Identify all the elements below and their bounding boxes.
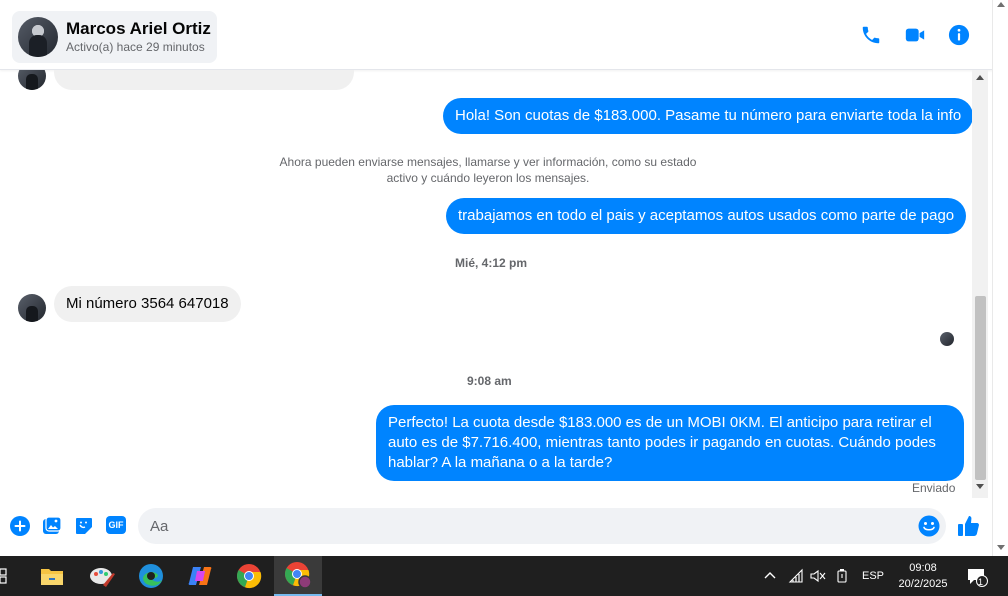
scroll-thumb[interactable] [975, 296, 986, 480]
contact-avatar-small[interactable] [18, 70, 46, 90]
gif-icon[interactable]: GIF [106, 516, 126, 534]
thumbs-up-icon[interactable] [957, 514, 981, 538]
paint-icon[interactable] [78, 556, 126, 596]
chrome-icon[interactable] [225, 556, 273, 596]
system-notice: Ahora pueden enviarse mensajes, llamarse… [270, 154, 706, 186]
page-scroll-down[interactable] [997, 545, 1005, 550]
contact-name[interactable]: Marcos Ariel Ortiz [66, 19, 211, 39]
plus-icon[interactable] [10, 516, 30, 536]
page-scroll-up[interactable] [997, 2, 1005, 7]
message-list: Hola! Son cuotas de $183.000. Pasame tu … [0, 70, 972, 498]
phone-icon[interactable] [860, 24, 882, 46]
contact-avatar[interactable] [18, 17, 58, 57]
photo-icon[interactable] [42, 516, 62, 536]
read-receipt-avatar [940, 332, 954, 346]
message-line: hablar? A la mañana o a la tarde? [388, 454, 613, 471]
chrome-profile-icon[interactable] [274, 556, 322, 596]
incoming-message-partial[interactable] [54, 70, 354, 90]
clock-time: 09:08 [909, 562, 937, 574]
edge-icon[interactable] [127, 556, 175, 596]
show-hidden-icons-chevron-icon[interactable] [764, 570, 776, 580]
scroll-up-arrow[interactable] [976, 75, 984, 80]
volume-muted-icon[interactable] [810, 568, 826, 584]
battery-icon[interactable] [836, 568, 850, 584]
file-explorer-icon[interactable] [28, 556, 76, 596]
chat-header: Marcos Ariel Ortiz Activo(a) hace 29 min… [0, 0, 1008, 70]
outgoing-message[interactable]: trabajamos en todo el pais y aceptamos a… [446, 198, 967, 234]
notification-icon[interactable] [966, 566, 988, 588]
contact-info[interactable]: Marcos Ariel Ortiz Activo(a) hace 29 min… [12, 11, 217, 63]
input-language[interactable]: ESP [862, 570, 884, 582]
copilot-icon[interactable] [176, 556, 224, 596]
notification-count: 1 [978, 577, 984, 587]
network-icon[interactable] [788, 568, 804, 584]
clock-date: 20/2/2025 [898, 578, 948, 590]
video-camera-icon[interactable] [904, 24, 926, 46]
system-notice-line: activo y cuándo leyeron los mensajes. [386, 171, 590, 185]
taskbar-clock[interactable]: 09:08 20/2/2025 [893, 560, 953, 592]
message-composer: GIF [0, 498, 1008, 556]
message-input[interactable] [138, 508, 946, 544]
messenger-window: Marcos Ariel Ortiz Activo(a) hace 29 min… [0, 0, 1008, 596]
message-scrollbar[interactable] [972, 70, 988, 498]
message-line: auto es de $7.716.400, mientras tanto po… [388, 434, 936, 451]
system-notice-line: Ahora pueden enviarse mensajes, llamarse… [279, 155, 697, 169]
incoming-message[interactable]: Mi número 3564 647018 [54, 286, 241, 322]
windows-taskbar: ESP 09:08 20/2/2025 1 [0, 556, 1008, 596]
sticker-icon[interactable] [74, 516, 94, 536]
scroll-down-arrow[interactable] [976, 484, 984, 489]
header-actions [860, 24, 970, 46]
contact-avatar-small[interactable] [18, 294, 46, 322]
page-scrollbar[interactable] [992, 0, 1008, 556]
outgoing-message[interactable]: Hola! Son cuotas de $183.000. Pasame tu … [443, 98, 972, 134]
task-view-icon[interactable] [0, 568, 10, 584]
message-timestamp: Mié, 4:12 pm [455, 256, 528, 270]
message-line: Perfecto! La cuota desde $183.000 es de … [388, 414, 932, 431]
emoji-icon[interactable] [918, 515, 940, 537]
outgoing-message[interactable]: Perfecto! La cuota desde $183.000 es de … [376, 405, 964, 481]
sent-status: Enviado [912, 481, 956, 495]
message-timestamp: 9:08 am [467, 374, 512, 388]
contact-status: Activo(a) hace 29 minutos [66, 40, 205, 54]
info-icon[interactable] [948, 24, 970, 46]
contact-text: Marcos Ariel Ortiz Activo(a) hace 29 min… [66, 19, 211, 55]
